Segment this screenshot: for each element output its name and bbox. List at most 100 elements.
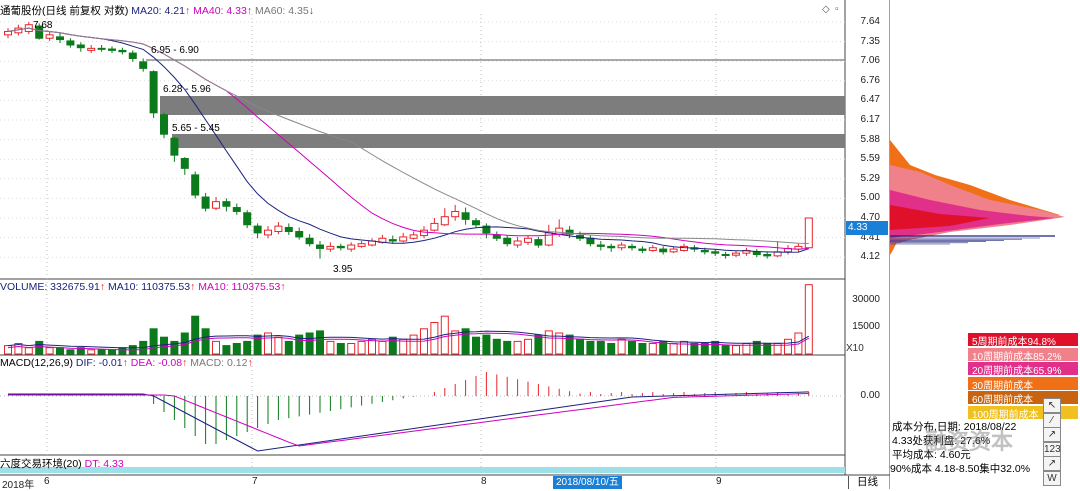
candle-body: [201, 196, 210, 209]
collapse-icon[interactable]: ▫: [835, 4, 839, 15]
volume-bar: [513, 340, 522, 355]
candle-body: [659, 248, 668, 253]
candle-body: [430, 222, 439, 231]
bottom-indicator-value: DT: 4.33: [84, 458, 124, 470]
candle-body: [149, 71, 158, 114]
candle-body: [336, 245, 345, 249]
candle-body: [347, 244, 356, 250]
volume-bar: [56, 347, 64, 355]
macd-axis-zero: 0.00: [860, 390, 880, 401]
volume-legend: VOLUME: 332675.91↑ MA10: 110375.53↑ MA10…: [0, 281, 286, 293]
drawing-tool-button[interactable]: ↗: [1043, 456, 1061, 471]
kline-chart[interactable]: [0, 0, 890, 489]
volume-axis-high: 30000: [852, 294, 880, 305]
cost-table-row[interactable]: 20周期前成本65.9%: [968, 362, 1078, 375]
volume-bar: [784, 338, 792, 355]
cost-table-row[interactable]: 100周期前成本: [968, 405, 1078, 419]
candle-body: [118, 49, 127, 53]
candle-body: [648, 247, 657, 251]
candle-body: [752, 251, 761, 255]
candle-body: [607, 245, 616, 249]
cost-table-row[interactable]: 30周期前成本: [968, 376, 1078, 390]
macd-title: MACD(12,26,9): [0, 357, 73, 369]
cost-table-row[interactable]: 5周期前成本94.8%: [968, 333, 1078, 346]
candle-body: [388, 239, 397, 242]
volume-bar: [534, 334, 543, 355]
price-axis-label: 6.47: [860, 94, 880, 106]
volume-bar: [212, 340, 220, 355]
drawing-tool-button[interactable]: ↗: [1043, 427, 1061, 442]
volume-bar: [472, 336, 480, 355]
volume-bar: [368, 338, 376, 355]
volume-bar: [638, 343, 647, 355]
low-annotation: 3.95: [333, 264, 353, 275]
gap-band: [172, 134, 845, 148]
volume-bar: [700, 343, 709, 355]
volume-bar: [87, 349, 96, 355]
candle-body: [503, 237, 512, 245]
candle-body: [638, 248, 647, 251]
candle-body: [669, 248, 678, 253]
volume-bar: [284, 340, 293, 355]
volume-bar: [804, 284, 813, 355]
price-axis-label: 7.35: [860, 35, 880, 47]
candle-body: [222, 201, 231, 207]
candle-body: [139, 61, 148, 69]
candle-body: [524, 237, 532, 243]
price-axis-label: 6.17: [860, 114, 880, 125]
gap-annotation-2: 6.28 - 5.96: [163, 84, 211, 95]
candle-body: [513, 240, 522, 246]
volume-bar: [357, 340, 366, 355]
volume-bar: [274, 336, 283, 355]
macd-bar-value: MACD: 0.12: [190, 357, 248, 369]
cost-table-row[interactable]: 60周期前成本: [968, 391, 1078, 404]
candle-body: [451, 210, 460, 218]
volume-bar: [108, 349, 116, 355]
volume-bar: [222, 345, 231, 355]
candle-body: [617, 244, 626, 249]
indicator-strip: [0, 467, 845, 473]
candle-body: [76, 44, 85, 49]
candle-body: [492, 234, 501, 239]
price-axis-label: 7.64: [860, 16, 880, 27]
period-selector[interactable]: 日线: [848, 476, 888, 489]
drawing-tool-button[interactable]: 123: [1043, 441, 1061, 457]
volume-bar: [409, 334, 418, 355]
cost-table-row[interactable]: 10周期前成本85.2%: [968, 347, 1078, 361]
volume-bar: [232, 343, 241, 355]
candle-body: [295, 231, 304, 238]
candle-body: [305, 237, 314, 245]
volume-bar: [721, 345, 730, 355]
volume-bar: [492, 338, 501, 355]
candle-body: [732, 252, 740, 256]
volume-ma10-b: MA10: 110375.53: [198, 281, 281, 293]
diamond-icon[interactable]: ◇: [822, 4, 830, 15]
current-price-tag: 4.33: [846, 221, 888, 235]
volume-bar: [607, 343, 616, 355]
candle-body: [409, 234, 418, 239]
chip-info-concentration: 90%成本 4.18-8.50集中32.0%: [890, 463, 1031, 475]
candle-body: [472, 220, 480, 226]
time-axis-june: 6: [44, 476, 50, 487]
drawing-tool-button[interactable]: ↖: [1043, 398, 1061, 413]
candle-body: [555, 227, 564, 235]
macd-dif-line: [8, 391, 809, 452]
candle-body: [316, 244, 324, 249]
candle-body: [180, 158, 189, 169]
macd-dea: DEA: -0.08: [130, 357, 183, 369]
candle-body: [264, 229, 272, 236]
price-axis-label: 4.12: [860, 251, 880, 263]
drawing-tool-button[interactable]: W: [1043, 470, 1061, 486]
gap-annotation-1: 6.95 - 6.90: [151, 45, 199, 56]
candle-body: [243, 212, 252, 226]
macd-dea-line: [8, 393, 809, 447]
candle-body: [170, 137, 179, 156]
drawing-tool-button[interactable]: ⁄: [1043, 412, 1061, 428]
volume-bar: [669, 343, 678, 355]
candle-body: [4, 30, 12, 36]
price-axis-label: 5.59: [860, 153, 880, 165]
price-axis-label: 7.06: [860, 55, 880, 67]
candle-body: [232, 207, 241, 212]
volume-bar: [201, 328, 210, 355]
volume-bar: [191, 315, 200, 355]
